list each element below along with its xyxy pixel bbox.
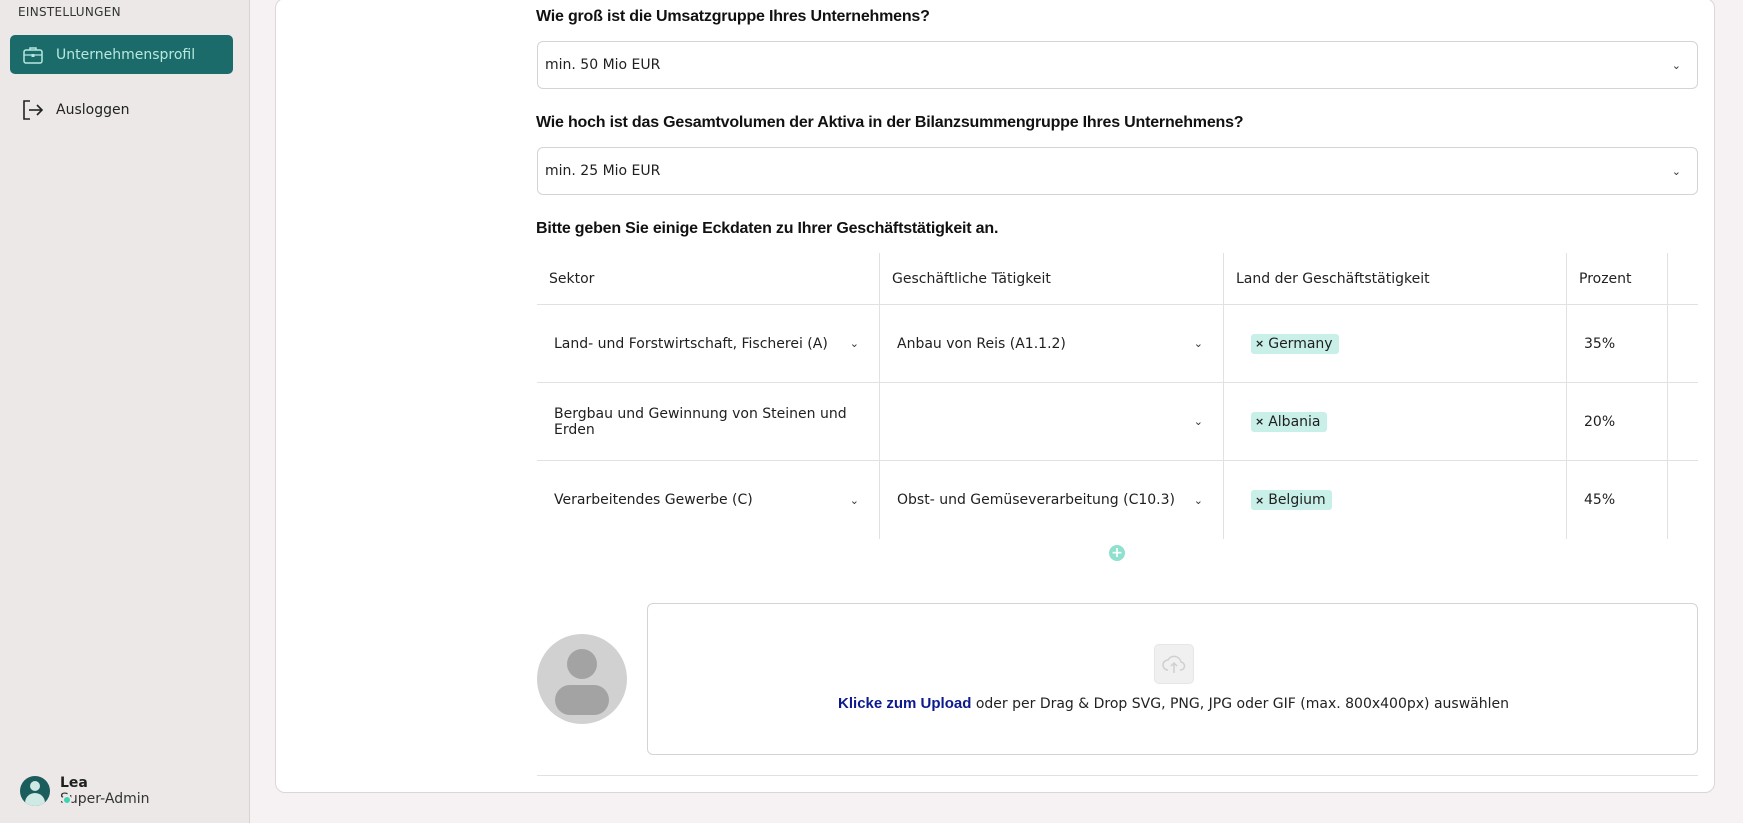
table-row: Land- und Forstwirtschaft, Fischerei (A)…	[537, 305, 1698, 383]
country-tag-label: Belgium	[1268, 492, 1326, 508]
sidebar-section-label: EINSTELLUNGEN	[18, 5, 121, 19]
country-cell[interactable]: × Germany	[1224, 305, 1567, 382]
sector-select[interactable]: Bergbau und Gewinnung von Steinen und Er…	[537, 383, 880, 460]
chevron-down-icon: ⌄	[849, 337, 859, 350]
chevron-down-icon: ⌄	[1193, 493, 1203, 507]
country-tag: × Germany	[1251, 333, 1339, 354]
country-tag-label: Albania	[1268, 413, 1321, 430]
question-revenue: Wie groß ist die Umsatzgruppe Ihres Unte…	[536, 8, 930, 25]
header-actions	[1668, 253, 1698, 304]
revenue-select[interactable]: min. 50 Mio EUR ⌄	[537, 41, 1698, 89]
activity-select[interactable]: Obst- und Gemüseverarbeitung (C10.3) ⌄	[880, 461, 1224, 539]
header-taetigkeit: Geschäftliche Tätigkeit	[880, 253, 1224, 304]
sidebar: EINSTELLUNGEN Unternehmensprofil Auslogg…	[0, 0, 250, 823]
percent-cell[interactable]: 20%	[1567, 383, 1668, 460]
country-tag: × Belgium	[1251, 490, 1332, 510]
question-assets: Wie hoch ist das Gesamtvolumen der Aktiv…	[536, 114, 1244, 131]
user-role: Super-Admin	[60, 791, 150, 807]
chevron-down-icon: ⌄	[1193, 415, 1203, 428]
table-row: Verarbeitendes Gewerbe (C) ⌄ Obst- und G…	[537, 461, 1698, 539]
sector-value: Verarbeitendes Gewerbe (C)	[554, 492, 753, 508]
remove-tag-icon[interactable]: ×	[1255, 415, 1264, 428]
row-actions	[1668, 461, 1698, 539]
divider	[537, 775, 1698, 776]
percent-cell[interactable]: 45%	[1567, 461, 1668, 539]
sidebar-item-label: Unternehmensprofil	[56, 46, 196, 63]
sector-select[interactable]: Land- und Forstwirtschaft, Fischerei (A)…	[537, 305, 880, 382]
header-land: Land der Geschäftstätigkeit	[1224, 253, 1567, 304]
sidebar-item-ausloggen[interactable]: Ausloggen	[10, 90, 233, 129]
assets-select-value: min. 25 Mio EUR	[545, 163, 661, 179]
company-logo-placeholder	[537, 634, 627, 724]
country-tag: × Albania	[1251, 411, 1327, 432]
activity-select[interactable]: ⌄	[880, 383, 1224, 460]
remove-tag-icon[interactable]: ×	[1255, 494, 1264, 507]
row-actions	[1668, 305, 1698, 382]
upload-instructions: Klicke zum Upload oder per Drag & Drop S…	[648, 695, 1699, 712]
upload-link[interactable]: Klicke zum Upload	[838, 695, 971, 712]
online-status-dot	[62, 795, 72, 805]
row-actions	[1668, 383, 1698, 460]
chevron-down-icon: ⌄	[1193, 337, 1203, 350]
upload-hint: oder per Drag & Drop SVG, PNG, JPG oder …	[971, 696, 1509, 712]
country-cell[interactable]: × Albania	[1224, 383, 1567, 460]
sidebar-item-unternehmensprofil[interactable]: Unternehmensprofil	[10, 35, 233, 74]
business-table: Sektor Geschäftliche Tätigkeit Land der …	[537, 253, 1698, 539]
logout-icon	[22, 99, 44, 121]
header-prozent: Prozent	[1567, 253, 1668, 304]
remove-tag-icon[interactable]: ×	[1255, 337, 1264, 350]
activity-value: Obst- und Gemüseverarbeitung (C10.3)	[897, 492, 1175, 508]
table-row: Bergbau und Gewinnung von Steinen und Er…	[537, 383, 1698, 461]
country-tag-label: Germany	[1268, 335, 1333, 352]
chevron-down-icon: ⌄	[849, 493, 859, 507]
upload-cloud-icon	[1154, 644, 1194, 684]
header-sektor: Sektor	[537, 253, 880, 304]
chevron-down-icon: ⌄	[1671, 164, 1681, 178]
user-name: Lea	[60, 775, 88, 791]
upload-dropzone[interactable]: Klicke zum Upload oder per Drag & Drop S…	[647, 603, 1698, 755]
percent-cell[interactable]: 35%	[1567, 305, 1668, 382]
sector-value: Bergbau und Gewinnung von Steinen und Er…	[554, 405, 847, 438]
table-header: Sektor Geschäftliche Tätigkeit Land der …	[537, 253, 1698, 305]
question-business: Bitte geben Sie einige Eckdaten zu Ihrer…	[536, 220, 999, 237]
sidebar-item-label: Ausloggen	[56, 101, 130, 118]
revenue-select-value: min. 50 Mio EUR	[545, 57, 661, 73]
chevron-down-icon: ⌄	[1671, 58, 1681, 72]
activity-value: Anbau von Reis (A1.1.2)	[897, 335, 1066, 352]
activity-select[interactable]: Anbau von Reis (A1.1.2) ⌄	[880, 305, 1224, 382]
briefcase-icon	[22, 44, 44, 66]
user-profile[interactable]: Lea Super-Admin	[20, 775, 149, 807]
country-cell[interactable]: × Belgium	[1224, 461, 1567, 539]
avatar	[20, 776, 50, 806]
sector-select[interactable]: Verarbeitendes Gewerbe (C) ⌄	[537, 461, 880, 539]
sector-value: Land- und Forstwirtschaft, Fischerei (A)	[554, 335, 828, 352]
assets-select[interactable]: min. 25 Mio EUR ⌄	[537, 147, 1698, 195]
add-row-icon[interactable]: +	[1109, 545, 1125, 561]
